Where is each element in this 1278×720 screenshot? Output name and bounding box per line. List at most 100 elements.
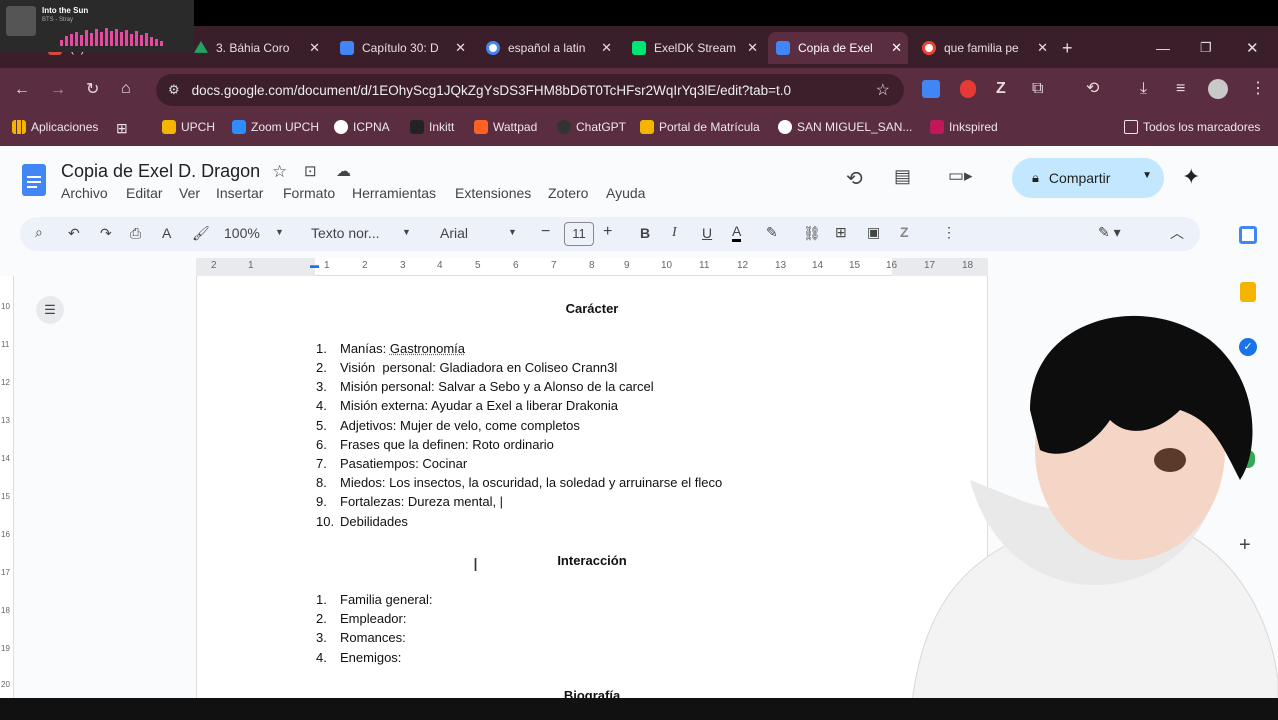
close-icon[interactable]: ✕ — [309, 40, 320, 56]
tab-exeldk[interactable]: ExelDK Stream ✕ — [624, 32, 764, 64]
add-comment-icon[interactable]: ⊞ — [835, 224, 847, 241]
font-size-input[interactable]: 11 — [564, 222, 594, 246]
reload-icon[interactable]: ↻ — [86, 82, 99, 98]
back-icon[interactable]: ← — [14, 82, 30, 98]
menu-insertar[interactable]: Insertar — [216, 185, 263, 201]
list-item[interactable]: 8. Miedos: Los insectos, la oscuridad, la… — [316, 475, 722, 490]
font-select[interactable]: Arial — [440, 225, 468, 241]
zotero-icon[interactable]: Z — [900, 224, 909, 240]
all-bookmarks[interactable]: Todos los marcadores — [1124, 120, 1260, 134]
tab-bahia[interactable]: 3. Báhia Coro ✕ — [186, 32, 326, 64]
bookmark-apps[interactable]: Aplicaciones — [12, 120, 98, 134]
menu-extensiones[interactable]: Extensiones — [455, 185, 531, 201]
keep-icon[interactable] — [1240, 282, 1256, 302]
window-close-button[interactable]: ✕ — [1246, 32, 1262, 64]
list-item[interactable]: 6. Frases que la definen: Roto ordinario — [316, 437, 554, 452]
search-menus-icon[interactable]: ⌕ — [35, 224, 43, 241]
document-page[interactable]: Carácter 1. Manías: Gastronomía 2. Visión … — [196, 276, 988, 706]
share-button[interactable]: 🔒︎ Compartir ▼ — [1012, 158, 1164, 198]
more-options-icon[interactable]: ⋮ — [942, 224, 956, 241]
tab-espanol[interactable]: español a latin ✕ — [478, 32, 618, 64]
list-item[interactable]: 2. Empleador: — [316, 611, 406, 626]
italic-icon[interactable]: I — [672, 225, 677, 241]
bookmark-inkitt[interactable]: Inkitt — [410, 120, 454, 134]
browser-menu-icon[interactable]: ⋮ — [1250, 81, 1266, 97]
calendar-icon[interactable] — [1239, 226, 1257, 244]
menu-editar[interactable]: Editar — [126, 185, 163, 201]
url-text[interactable]: docs.google.com/document/d/1EOhyScg1JQkZ… — [192, 83, 872, 98]
move-folder-icon[interactable]: ⊡ — [304, 162, 317, 180]
zoom-select[interactable]: 100% — [224, 225, 260, 241]
outline-button[interactable]: ☰ — [36, 296, 64, 324]
collapse-menus-icon[interactable]: ︿ — [1170, 223, 1184, 243]
gemini-icon[interactable]: ✦ — [1182, 164, 1200, 190]
print-icon[interactable]: ⎙ — [130, 225, 141, 242]
increase-font-icon[interactable]: + — [603, 223, 612, 241]
document-title[interactable]: Copia de Exel D. Dragon — [61, 161, 260, 182]
extension-red-icon[interactable] — [960, 80, 976, 98]
list-item[interactable]: 7. Pasatiempos: Cocinar — [316, 456, 467, 471]
tab-familia[interactable]: que familia pe ✕ — [914, 32, 1054, 64]
spellcheck-icon[interactable]: A — [162, 225, 171, 241]
close-icon[interactable]: ✕ — [1037, 40, 1048, 56]
docs-logo-icon[interactable] — [22, 164, 46, 196]
chevron-down-icon[interactable]: ▼ — [508, 227, 517, 237]
chevron-down-icon[interactable]: ▼ — [275, 227, 284, 237]
highlight-icon[interactable]: ✎ — [766, 224, 778, 241]
grid-icon[interactable]: ⊞ — [116, 120, 128, 137]
list-item[interactable]: 4. Enemigos: — [316, 650, 401, 665]
text-color-icon[interactable]: A — [732, 223, 742, 242]
bookmark-inkspired[interactable]: Inkspired — [930, 120, 998, 134]
list-item[interactable]: 5. Adjetivos: Mujer de velo, come complet… — [316, 418, 580, 433]
profile-avatar[interactable] — [1208, 79, 1228, 99]
menu-herramientas[interactable]: Herramientas — [352, 185, 436, 201]
star-icon[interactable]: ☆ — [272, 162, 287, 182]
redo-icon[interactable]: ↷ — [100, 225, 112, 242]
bookmark-zoom[interactable]: Zoom UPCH — [232, 120, 319, 134]
list-item[interactable]: 1. Manías: Gastronomía — [316, 341, 465, 356]
history-icon[interactable]: ⟲ — [1086, 81, 1099, 97]
media-control-icon[interactable]: ≡ — [1176, 81, 1185, 97]
list-item[interactable]: 10. Debilidades — [316, 514, 408, 529]
link-icon[interactable]: ⛓︎ — [803, 225, 821, 242]
style-select[interactable]: Texto nor... — [311, 225, 379, 241]
list-item[interactable]: 3. Misión personal: Salvar a Sebo y a Alo… — [316, 379, 654, 394]
bookmark-portal[interactable]: Portal de Matrícula — [640, 120, 760, 134]
tab-copia[interactable]: Copia de Exel ✕ — [768, 32, 908, 64]
close-icon[interactable]: ✕ — [455, 40, 466, 56]
star-icon[interactable]: ☆ — [876, 80, 890, 100]
bold-icon[interactable]: B — [640, 225, 650, 241]
list-item[interactable]: 1. Familia general: — [316, 592, 433, 607]
restore-button[interactable]: ❐ — [1200, 32, 1216, 64]
menu-ver[interactable]: Ver — [179, 185, 200, 201]
paint-format-icon[interactable]: 🖌︎ — [192, 225, 210, 242]
bookmark-upch[interactable]: UPCH — [162, 120, 215, 134]
home-icon[interactable]: ⌂ — [121, 81, 131, 97]
undo-icon[interactable]: ↶ — [68, 225, 80, 242]
list-item[interactable]: 4. Misión externa: Ayudar a Exel a libera… — [316, 398, 618, 413]
meet-icon[interactable]: ▭▸ — [948, 166, 973, 186]
address-bar[interactable]: ⚙ docs.google.com/document/d/1EOhyScg1JQ… — [156, 74, 904, 106]
tab-capitulo[interactable]: Capítulo 30: D ✕ — [332, 32, 472, 64]
close-icon[interactable]: ✕ — [891, 40, 902, 56]
menu-archivo[interactable]: Archivo — [61, 185, 108, 201]
close-icon[interactable]: ✕ — [747, 40, 758, 56]
version-history-icon[interactable]: ⟲ — [846, 166, 863, 191]
new-tab-button[interactable]: + — [1062, 32, 1082, 64]
extensions-icon[interactable]: ⧉ — [1032, 81, 1043, 97]
list-item[interactable]: 9. Fortalezas: Dureza mental, | — [316, 494, 503, 509]
menu-ayuda[interactable]: Ayuda — [606, 185, 645, 201]
translate-icon[interactable] — [922, 80, 940, 98]
close-icon[interactable]: ✕ — [601, 40, 612, 56]
bookmark-san-miguel[interactable]: SAN MIGUEL_SAN... — [778, 120, 912, 134]
editing-mode-icon[interactable]: ✎ ▾ — [1098, 224, 1121, 241]
indent-marker[interactable]: ▬ — [310, 260, 319, 270]
comments-icon[interactable]: ▤ — [894, 166, 911, 187]
menu-formato[interactable]: Formato — [283, 185, 335, 201]
underline-icon[interactable]: U — [702, 225, 712, 241]
bookmark-wattpad[interactable]: Wattpad — [474, 120, 537, 134]
list-item[interactable]: 3. Romances: — [316, 630, 406, 645]
menu-zotero[interactable]: Zotero — [548, 185, 588, 201]
insert-image-icon[interactable]: ▣ — [867, 224, 880, 241]
chevron-down-icon[interactable]: ▼ — [1142, 170, 1152, 181]
